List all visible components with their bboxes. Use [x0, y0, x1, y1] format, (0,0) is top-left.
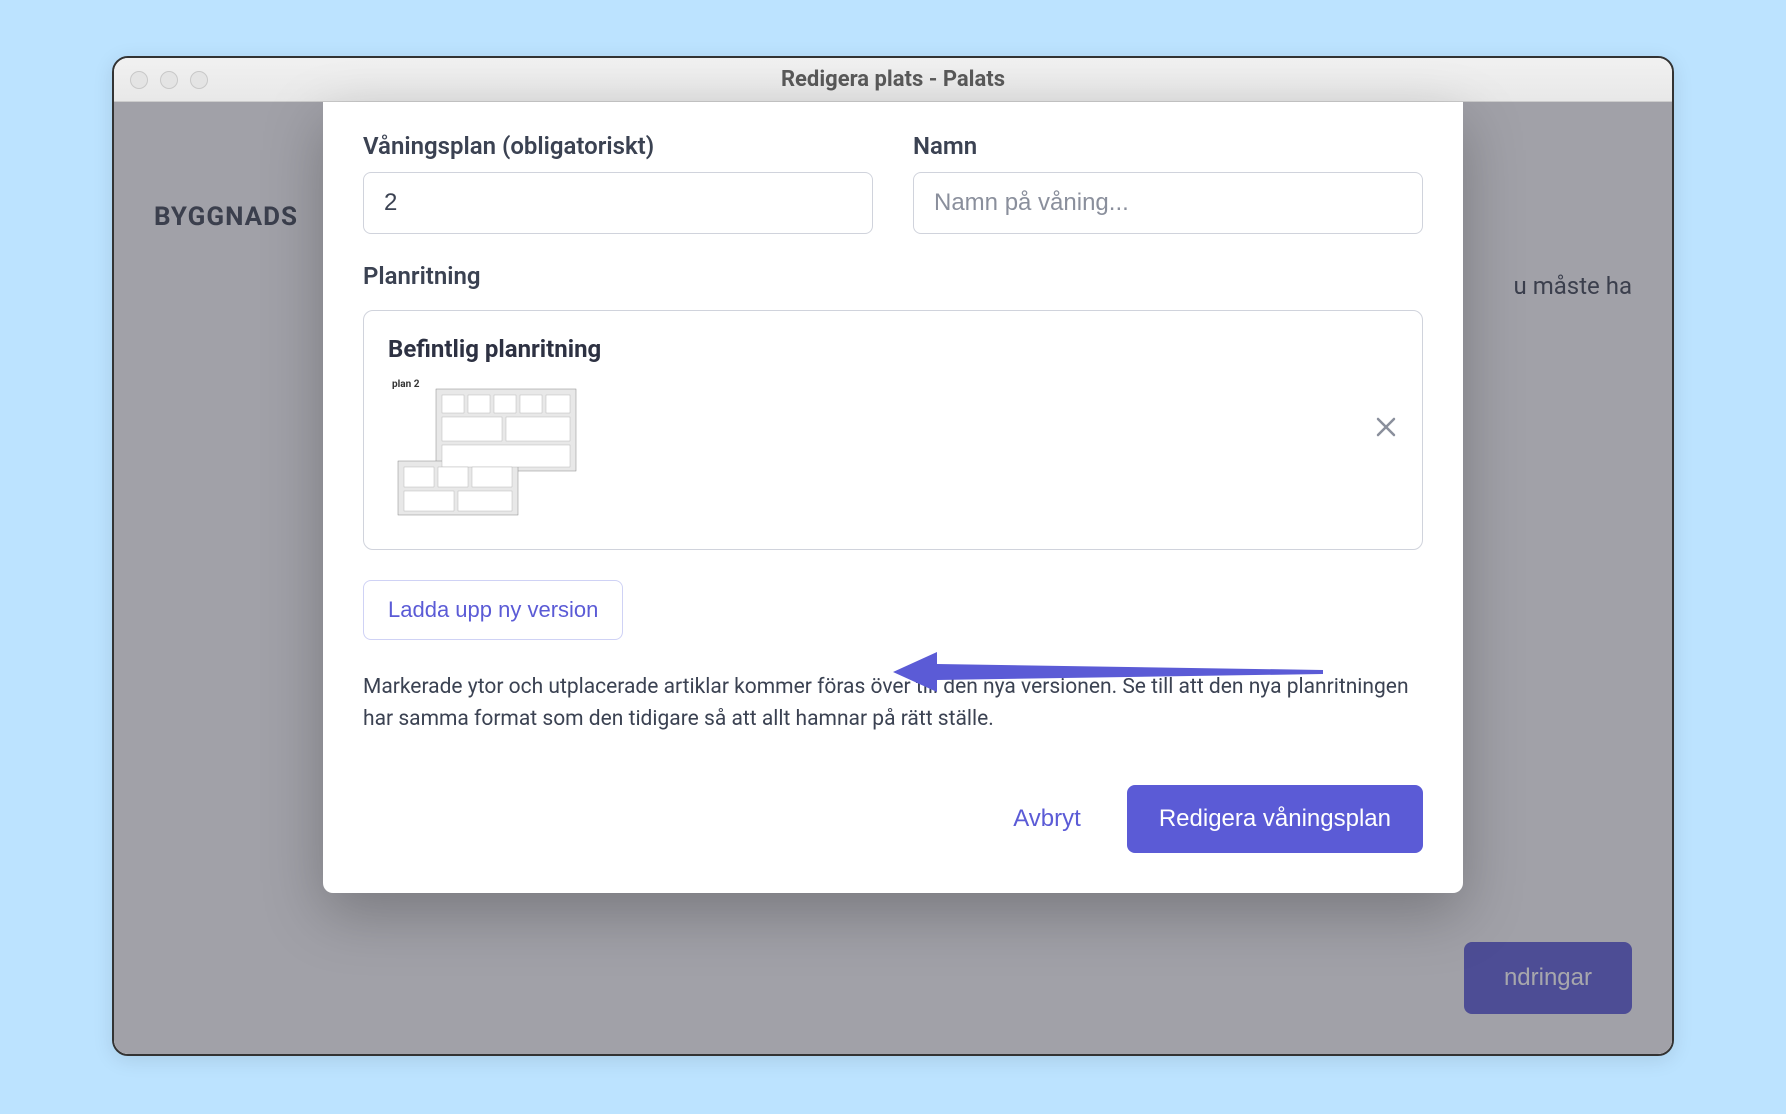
- app-window: Redigera plats - Palats BYGGNADS u måste…: [112, 56, 1674, 1056]
- existing-plan-box: Befintlig planritning plan 2: [363, 310, 1423, 550]
- cancel-button[interactable]: Avbryt: [997, 795, 1097, 843]
- window-title: Redigera plats - Palats: [114, 67, 1672, 92]
- existing-plan-title: Befintlig planritning: [388, 335, 1398, 363]
- upload-new-version-button[interactable]: Ladda upp ny version: [363, 580, 623, 640]
- name-input[interactable]: [913, 172, 1423, 234]
- field-row: Våningsplan (obligatoriskt) Namn: [363, 132, 1423, 234]
- floorplan-thumbnail[interactable]: plan 2: [388, 375, 588, 525]
- maximize-window-button[interactable]: [190, 71, 208, 89]
- close-icon: [1374, 415, 1398, 439]
- submit-button[interactable]: Redigera våningsplan: [1127, 785, 1423, 853]
- minimize-window-button[interactable]: [160, 71, 178, 89]
- floor-input[interactable]: [363, 172, 873, 234]
- close-window-button[interactable]: [130, 71, 148, 89]
- remove-plan-button[interactable]: [1374, 415, 1398, 445]
- floorplan-thumb-label: plan 2: [392, 379, 419, 390]
- floor-field: Våningsplan (obligatoriskt): [363, 132, 873, 234]
- modal-footer: Avbryt Redigera våningsplan: [363, 785, 1423, 853]
- name-field: Namn: [913, 132, 1423, 234]
- plan-section-label: Planritning: [363, 262, 1423, 290]
- upload-help-text: Markerade ytor och utplacerade artiklar …: [363, 672, 1423, 735]
- titlebar: Redigera plats - Palats: [114, 58, 1672, 102]
- name-label: Namn: [913, 132, 1423, 160]
- floor-label: Våningsplan (obligatoriskt): [363, 132, 873, 160]
- traffic-lights: [130, 71, 208, 89]
- edit-floor-modal: Våningsplan (obligatoriskt) Namn Planrit…: [323, 102, 1463, 893]
- floorplan-icon: [388, 375, 588, 525]
